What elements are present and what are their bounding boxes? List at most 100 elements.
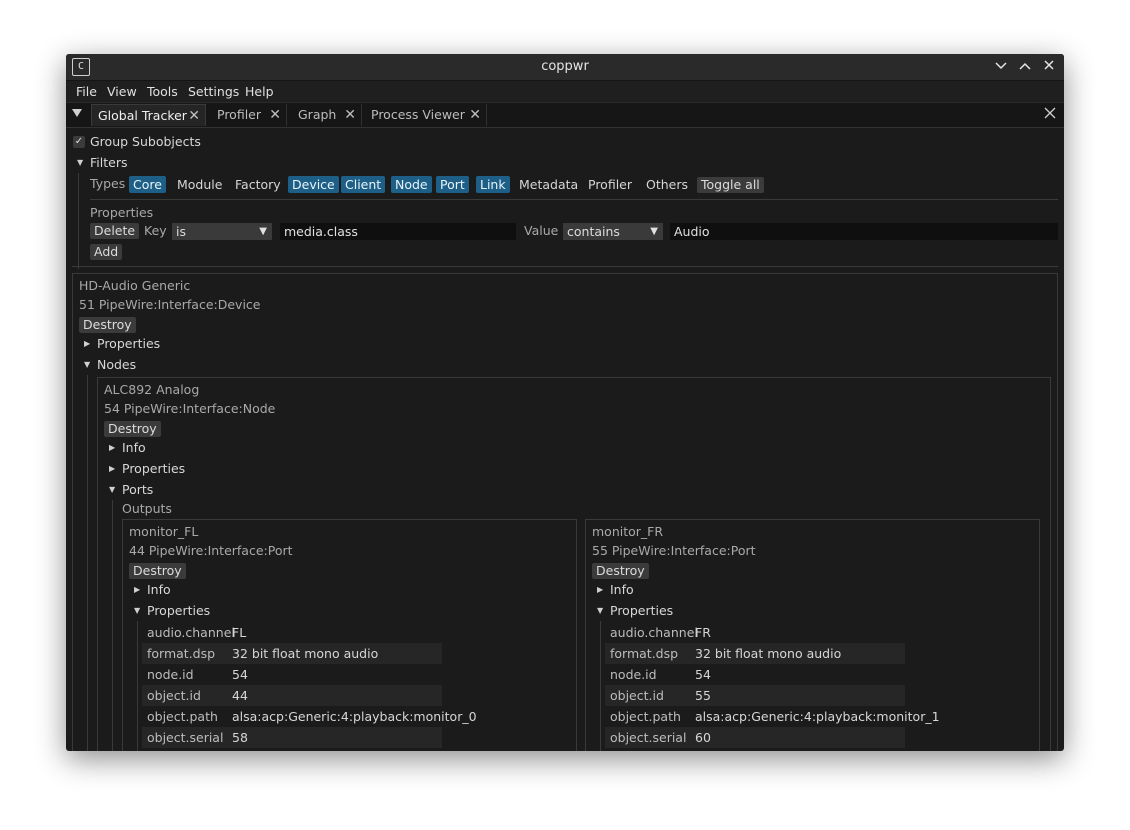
delete-filter-button[interactable]: Delete [90,223,140,239]
tab-menu-triangle-icon[interactable] [71,107,83,122]
close-tab-icon[interactable]: ✕ [188,105,200,127]
device-properties-header[interactable]: Properties [97,335,160,353]
expand-triangle-icon[interactable]: ▶ [109,439,115,457]
chevron-down-icon: ▼ [650,226,658,237]
type-port-toggle[interactable]: Port [436,176,469,193]
types-label: Types [90,176,126,191]
property-key: object.serial [610,730,687,745]
tab-label: Profiler [217,107,262,122]
type-metadata-toggle[interactable]: Metadata [515,176,582,193]
value-operator-value: contains [567,224,620,239]
add-filter-button[interactable]: Add [90,244,123,260]
property-key: object.path [610,709,681,724]
property-row: object.path alsa:acp:Generic:4:playback:… [605,706,940,727]
value-operator-select[interactable]: contains ▼ [563,223,663,240]
property-value: 54 [695,667,711,682]
indent-line [78,173,79,269]
property-value: FL [232,625,247,640]
menu-bar: File View Tools Settings Help [66,81,1064,102]
destroy-node-button[interactable]: Destroy [104,421,161,437]
menu-settings[interactable]: Settings [188,81,239,102]
type-others-toggle[interactable]: Others [642,176,692,193]
tab-profiler[interactable]: Profiler ✕ [211,104,287,126]
group-subobjects-checkbox[interactable]: ✓ [73,136,85,148]
port-name: monitor_FR [592,524,664,539]
property-value: 54 [232,667,248,682]
port-info-header[interactable]: Info [610,581,634,599]
type-link-toggle[interactable]: Link [476,176,510,193]
close-tab-icon[interactable]: ✕ [269,104,281,126]
tab-label: Process Viewer [371,107,465,122]
close-panel-icon[interactable] [1044,107,1056,122]
close-tab-icon[interactable]: ✕ [344,104,356,126]
port-info-header[interactable]: Info [147,581,171,599]
destroy-device-button[interactable]: Destroy [79,317,136,333]
property-value: 44 [232,688,248,703]
property-key: node.id [147,667,194,682]
node-info-header[interactable]: Info [122,439,146,457]
port-properties-header[interactable]: Properties [147,602,210,620]
collapse-triangle-icon[interactable]: ▼ [109,481,115,499]
key-operator-select[interactable]: is ▼ [172,223,272,240]
port-name: monitor_FL [129,524,199,539]
close-tab-icon[interactable]: ✕ [469,104,481,126]
menu-file[interactable]: File [76,81,97,102]
type-client-toggle[interactable]: Client [341,176,386,193]
device-nodes-header[interactable]: Nodes [97,356,136,374]
type-profiler-toggle[interactable]: Profiler [584,176,636,193]
type-core-toggle[interactable]: Core [129,176,166,193]
type-node-toggle[interactable]: Node [391,176,432,193]
property-value: FR [695,625,711,640]
destroy-port-button[interactable]: Destroy [592,563,649,579]
property-key: node.id [610,667,657,682]
collapse-triangle-icon[interactable]: ▼ [597,602,603,620]
node-id-line: 54 PipeWire:Interface:Node [104,401,276,416]
filters-header[interactable]: Filters [90,154,127,172]
tab-global-tracker[interactable]: Global Tracker ✕ [91,104,206,126]
value-input[interactable]: Audio [670,223,1058,240]
close-window-icon[interactable] [1039,57,1059,77]
node-properties-header[interactable]: Properties [122,460,185,478]
tab-graph[interactable]: Graph ✕ [292,104,362,126]
title-bar[interactable]: C coppwr [66,54,1064,81]
type-device-toggle[interactable]: Device [288,176,339,193]
indent-line [137,621,138,751]
collapse-triangle-icon[interactable]: ▼ [84,356,90,374]
expand-triangle-icon[interactable]: ▶ [134,581,140,599]
property-row: object.id 44 [142,685,442,706]
property-key: object.id [610,688,664,703]
property-key: object.path [147,709,218,724]
tab-process-viewer[interactable]: Process Viewer ✕ [365,104,487,126]
property-row: object.path alsa:acp:Generic:4:playback:… [142,706,477,727]
property-row: node.id 54 [142,664,442,685]
port-properties-header[interactable]: Properties [610,602,673,620]
collapse-triangle-icon[interactable]: ▼ [77,154,83,172]
property-key: format.dsp [147,646,216,661]
menu-tools[interactable]: Tools [147,81,178,102]
tab-label: Graph [298,107,337,122]
port-id-line: 55 PipeWire:Interface:Port [592,543,756,558]
expand-triangle-icon[interactable]: ▶ [109,460,115,478]
node-ports-header[interactable]: Ports [122,481,153,499]
collapse-triangle-icon[interactable]: ▼ [134,602,140,620]
tab-bar: Global Tracker ✕ Profiler ✕ Graph ✕ Proc… [66,102,1064,128]
divider [72,266,1058,267]
type-module-toggle[interactable]: Module [173,176,226,193]
destroy-port-button[interactable]: Destroy [129,563,186,579]
key-input[interactable]: media.class [280,223,516,240]
device-name: HD-Audio Generic [79,278,191,293]
expand-triangle-icon[interactable]: ▶ [597,581,603,599]
property-value: 32 bit float mono audio [232,646,379,661]
menu-view[interactable]: View [107,81,137,102]
key-operator-value: is [176,224,186,239]
minimize-icon[interactable] [991,57,1011,77]
menu-help[interactable]: Help [245,81,274,102]
toggle-all-button[interactable]: Toggle all [697,177,764,193]
type-factory-toggle[interactable]: Factory [231,176,285,193]
property-row: object.serial 58 [142,727,442,748]
property-row: object.serial 60 [605,727,905,748]
outputs-label: Outputs [122,501,172,516]
maximize-icon[interactable] [1015,57,1035,77]
expand-triangle-icon[interactable]: ▶ [84,335,90,353]
property-row: format.dsp 32 bit float mono audio [605,643,905,664]
